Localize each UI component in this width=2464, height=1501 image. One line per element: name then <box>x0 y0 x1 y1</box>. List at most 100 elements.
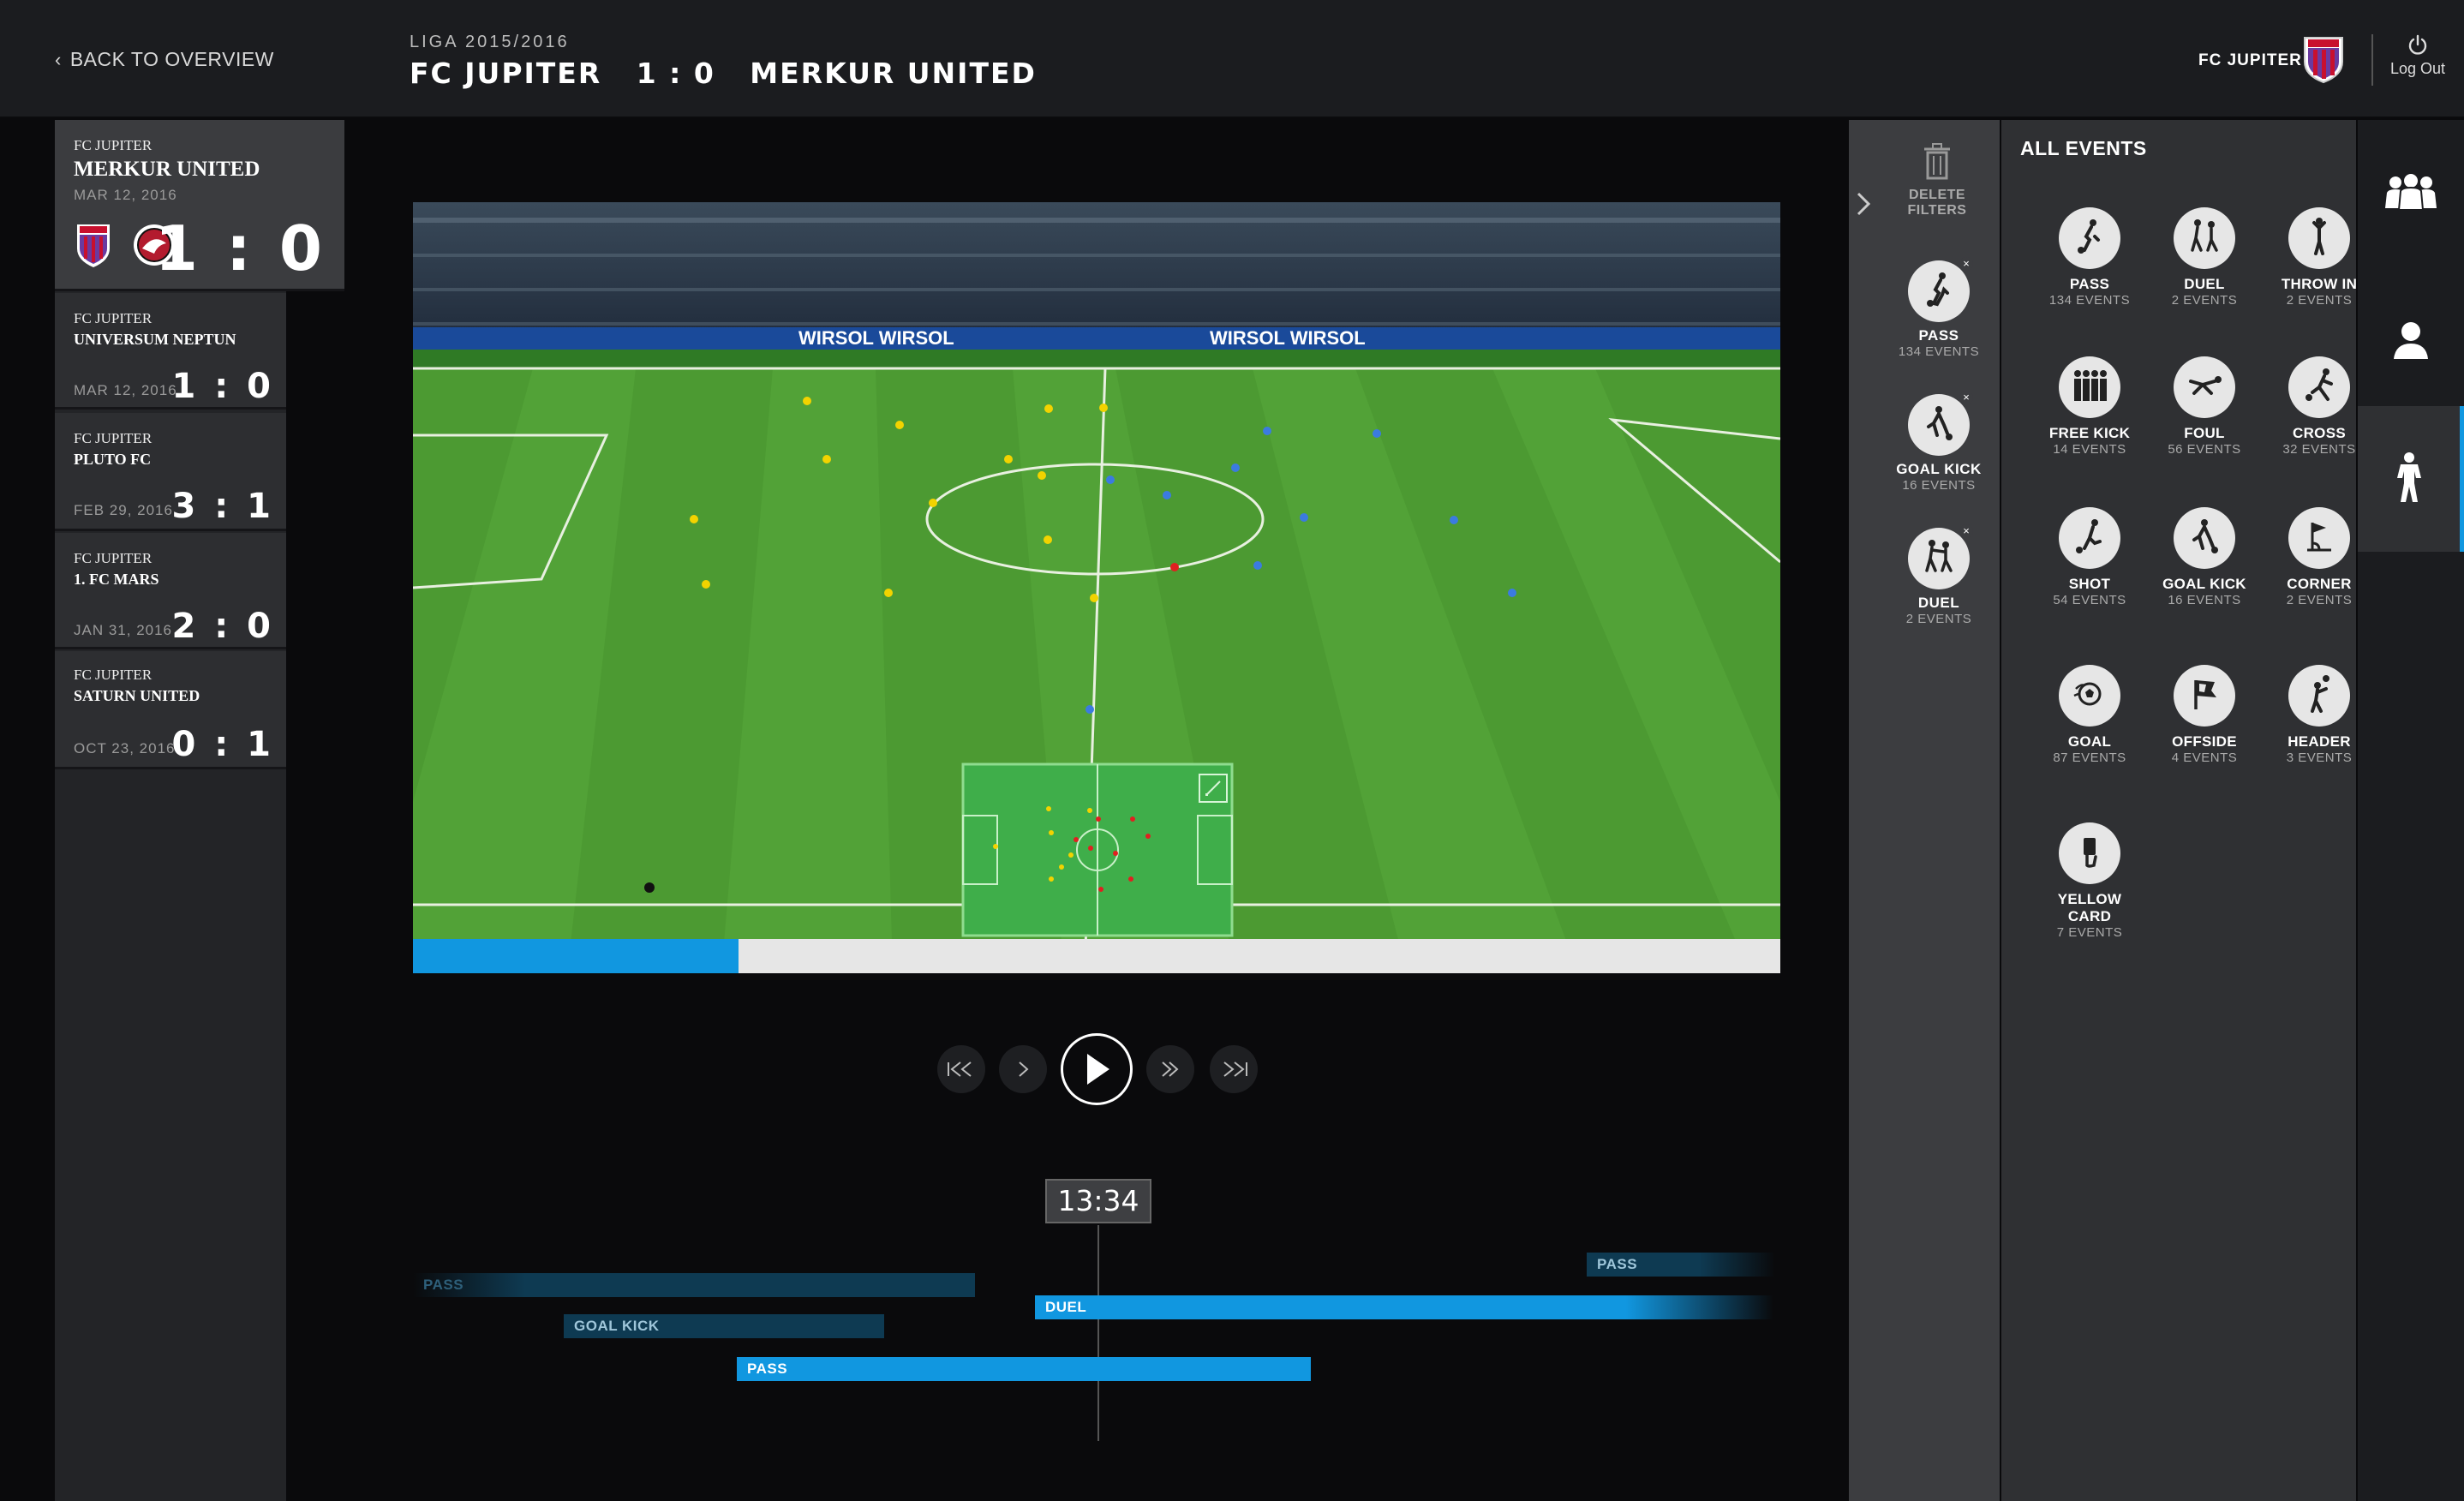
event-filter-pass[interactable]: PASS 134 EVENTS <box>2034 207 2145 308</box>
tab-player[interactable] <box>2358 267 2464 413</box>
goal-kick-icon <box>2187 517 2222 559</box>
filter-name: PASS <box>1918 327 1959 344</box>
match-card[interactable]: FC JUPITER PLUTO FC FEB 29, 2016 3 : 1 <box>55 413 286 531</box>
throw-in-icon <box>2306 217 2332 260</box>
match-score: 2 : 0 <box>171 607 274 646</box>
skip-forward-icon <box>1223 1061 1247 1077</box>
timeline-event-bar[interactable]: GOAL KICK <box>564 1314 884 1338</box>
event-filter-goal[interactable]: GOAL 87 EVENTS <box>2034 665 2145 765</box>
match-date: FEB 29, 2016 <box>74 502 173 518</box>
timeline-playhead[interactable] <box>1097 1225 1099 1441</box>
ad-banner-text: WIRSOL WIRSOL <box>798 327 954 349</box>
video-progress-bar[interactable] <box>413 939 1780 973</box>
event-count: 7 EVENTS <box>2056 925 2123 940</box>
chevron-right-icon <box>1019 1061 1029 1077</box>
logout-button[interactable]: Log Out <box>2383 34 2452 78</box>
match-team-home: FC JUPITER <box>74 310 153 326</box>
filter-panel-notch <box>1849 120 1875 326</box>
event-name: FREE KICK <box>2048 425 2131 441</box>
remove-filter-icon[interactable]: × <box>1959 257 1973 271</box>
collapse-panel-button[interactable] <box>1854 190 1873 222</box>
event-filter-shot[interactable]: SHOT 54 EVENTS <box>2034 507 2145 607</box>
back-label: BACK TO OVERVIEW <box>69 48 274 70</box>
event-filter-offside[interactable]: OFFSIDE 4 EVENTS <box>2149 665 2260 765</box>
event-filter-free-kick[interactable]: FREE KICK 14 EVENTS <box>2034 356 2145 457</box>
fast-forward-button[interactable] <box>1146 1045 1194 1093</box>
event-count: 14 EVENTS <box>2053 442 2126 457</box>
goal-kick-icon <box>1922 404 1956 446</box>
free-kick-icon <box>2071 368 2108 407</box>
match-card[interactable]: FC JUPITER UNIVERSUM NEPTUN MAR 12, 2016… <box>55 293 286 410</box>
event-filter-foul[interactable]: FOUL 56 EVENTS <box>2149 356 2260 457</box>
foul-icon <box>2186 373 2223 403</box>
match-team-away: UNIVERSUM NEPTUN <box>74 331 236 348</box>
event-name: GOAL KICK <box>2162 576 2246 592</box>
skip-back-button[interactable] <box>937 1045 985 1093</box>
timeline-event-bar[interactable]: PASS <box>413 1273 975 1297</box>
event-name: PASS <box>2069 276 2110 292</box>
league-label: LIGA 2015/2016 <box>410 33 570 51</box>
match-team-away: PLUTO FC <box>74 451 152 468</box>
chevron-left-icon: ‹ <box>55 49 62 70</box>
fast-forward-icon <box>1162 1061 1179 1077</box>
video-player[interactable]: WIRSOL WIRSOL WIRSOL WIRSOL <box>413 202 1780 973</box>
back-to-overview-link[interactable]: ‹ BACK TO OVERVIEW <box>55 48 274 71</box>
play-button[interactable] <box>1061 1033 1133 1105</box>
pass-icon <box>1922 271 1956 313</box>
view-switcher-sidebar <box>2358 120 2464 1501</box>
timeline-event-bar[interactable]: PASS <box>1587 1253 1775 1277</box>
corner-icon <box>2304 519 2335 558</box>
duel-icon <box>1920 538 1958 580</box>
delete-filters-label: DELETE FILTERS <box>1907 188 1967 218</box>
logout-label: Log Out <box>2389 60 2446 77</box>
match-score: 1 : 0 <box>171 367 274 406</box>
match-team-away: MERKUR UNITED <box>74 158 260 181</box>
minimap[interactable] <box>961 762 1234 937</box>
match-date: MAR 12, 2016 <box>74 187 177 203</box>
person-icon <box>2394 322 2428 359</box>
match-score: 1 : 0 <box>154 212 326 284</box>
match-card-active[interactable]: FC JUPITER MERKUR UNITED MAR 12, 2016 1 … <box>55 120 344 291</box>
event-name: GOAL <box>2067 733 2112 750</box>
remove-filter-icon[interactable]: × <box>1959 391 1973 404</box>
event-filter-yellow-card[interactable]: YELLOW CARD 7 EVENTS <box>2034 822 2145 940</box>
ad-banner-text-2: WIRSOL WIRSOL <box>1210 327 1366 349</box>
match-date: JAN 31, 2016 <box>74 622 173 638</box>
duel-icon <box>2186 218 2223 260</box>
tab-teams[interactable] <box>2358 120 2464 266</box>
delete-filters-button[interactable]: DELETE FILTERS <box>1881 142 1993 218</box>
filter-count: 134 EVENTS <box>1898 344 1980 359</box>
match-team-away: 1. FC MARS <box>74 571 159 588</box>
active-filter-goal-kick[interactable]: × GOAL KICK 16 EVENTS <box>1883 391 1995 493</box>
event-name: SHOT <box>2068 576 2111 592</box>
timeline-event-bar[interactable]: PASS <box>737 1357 1311 1381</box>
timeline-event-bar[interactable]: DUEL <box>1035 1295 1773 1319</box>
active-filter-pass[interactable]: × PASS 134 EVENTS <box>1883 257 1995 359</box>
filter-count: 2 EVENTS <box>1905 612 1972 626</box>
event-filter-goal-kick[interactable]: GOAL KICK 16 EVENTS <box>2149 507 2260 607</box>
match-team-home: FC JUPITER <box>74 667 153 683</box>
remove-filter-icon[interactable]: × <box>1959 524 1973 538</box>
home-crest-icon <box>74 221 113 273</box>
step-forward-button[interactable] <box>999 1045 1047 1093</box>
event-count: 4 EVENTS <box>2171 750 2238 765</box>
event-name: YELLOW CARD <box>2057 891 2122 924</box>
filter-name: DUEL <box>1917 595 1960 611</box>
event-filter-duel[interactable]: DUEL 2 EVENTS <box>2149 207 2260 308</box>
club-crest-icon <box>2301 33 2346 84</box>
cross-icon <box>2302 367 2336 409</box>
match-score: 3 : 1 <box>171 487 274 526</box>
trash-icon <box>1924 143 1950 180</box>
match-card[interactable]: FC JUPITER SATURN UNITED OCT 23, 2016 0 … <box>55 651 286 769</box>
skip-forward-button[interactable] <box>1210 1045 1258 1093</box>
event-name: OFFSIDE <box>2172 733 2237 750</box>
header-divider <box>2371 34 2373 86</box>
pass-icon <box>2072 218 2107 260</box>
tab-events[interactable] <box>2358 406 2464 552</box>
filter-name: GOAL KICK <box>1896 461 1982 477</box>
match-date: MAR 12, 2016 <box>74 382 177 398</box>
timeline-current-time: 13:34 <box>1045 1179 1151 1223</box>
event-count: 54 EVENTS <box>2053 593 2126 607</box>
match-card[interactable]: FC JUPITER 1. FC MARS JAN 31, 2016 2 : 0 <box>55 533 286 649</box>
active-filter-duel[interactable]: × DUEL 2 EVENTS <box>1883 524 1995 626</box>
